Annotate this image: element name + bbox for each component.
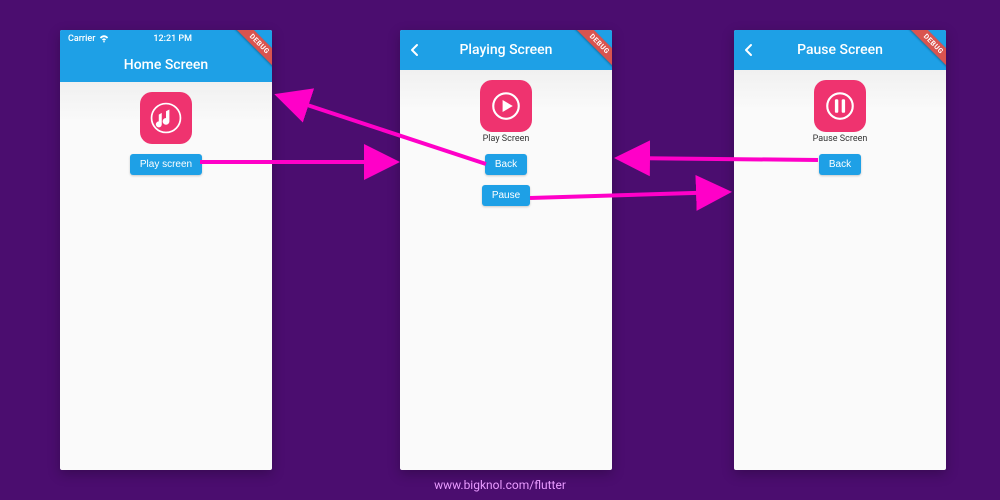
phone-play: Playing Screen Play Screen Back Pause DE…	[400, 30, 612, 470]
back-button[interactable]: Back	[485, 154, 527, 175]
back-chevron-icon[interactable]	[742, 43, 756, 57]
app-bar: Pause Screen	[734, 30, 946, 70]
pause-icon	[814, 80, 866, 132]
icon-caption: Play Screen	[483, 134, 530, 144]
play-screen-button[interactable]: Play screen	[130, 154, 202, 175]
app-bar-title: Playing Screen	[460, 42, 553, 58]
back-button[interactable]: Back	[819, 154, 861, 175]
music-note-icon	[140, 92, 192, 144]
footer-link[interactable]: www.bigknol.com/flutter	[0, 478, 1000, 492]
clock-label: 12:21 PM	[153, 34, 192, 44]
play-icon	[480, 80, 532, 132]
phone-pause: Pause Screen Pause Screen Back DEBUG	[734, 30, 946, 470]
pause-button[interactable]: Pause	[482, 185, 530, 206]
back-chevron-icon[interactable]	[408, 43, 422, 57]
carrier-label: Carrier	[68, 34, 95, 44]
phone-home: Carrier 12:21 PM Home Screen Play screen…	[60, 30, 272, 470]
wifi-icon	[99, 34, 109, 44]
app-bar-title: Pause Screen	[797, 42, 883, 58]
app-bar: Playing Screen	[400, 30, 612, 70]
app-bar: Home Screen	[60, 48, 272, 82]
icon-caption: Pause Screen	[813, 134, 868, 144]
app-bar-title: Home Screen	[124, 57, 208, 73]
